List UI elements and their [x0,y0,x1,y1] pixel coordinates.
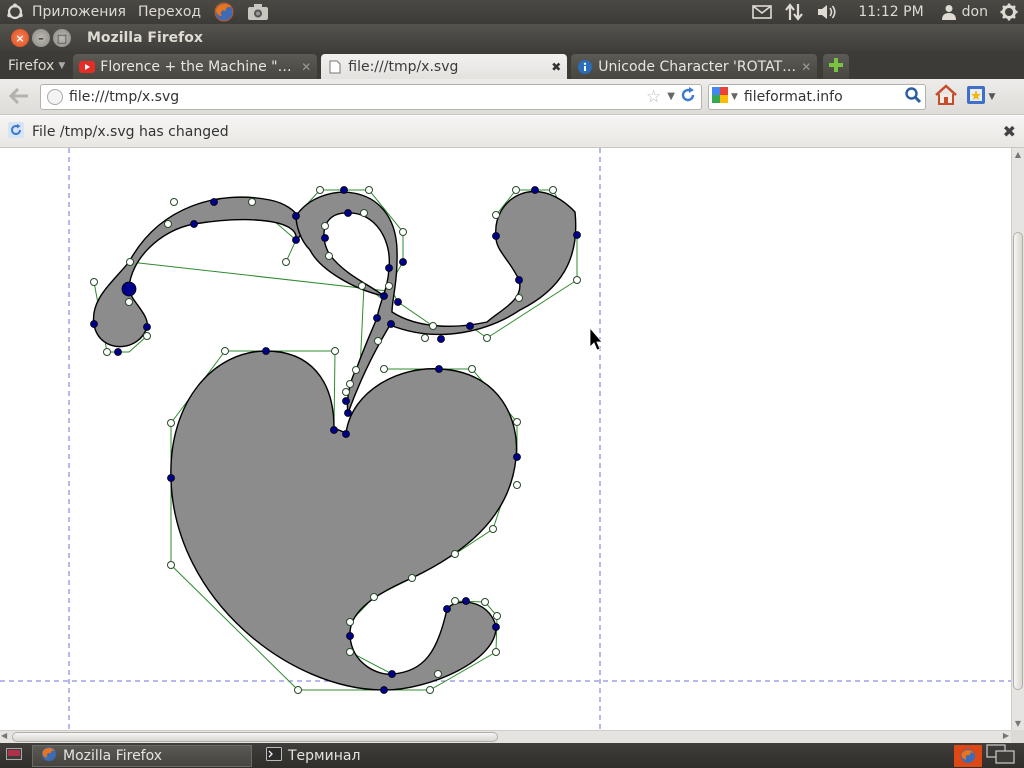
taskbar-item-firefox[interactable]: Mozilla Firefox [32,744,252,767]
tab-unicode[interactable]: Unicode Character 'ROTATE... ✕ [571,54,818,79]
scroll-up-icon[interactable]: ▲ [1012,148,1024,161]
applications-menu[interactable]: Приложения [32,4,126,20]
places-menu[interactable]: Переход [132,0,207,24]
session-gear-icon[interactable] [994,0,1024,24]
workspace-switcher-icon[interactable] [986,743,1016,768]
svg-drawing [0,148,1011,730]
tab-florence[interactable]: Florence + the Machine "Sh... ✕ [73,54,318,79]
bottom-taskbar: Mozilla Firefox Терминал [0,743,1024,768]
user-name: don [961,4,988,20]
desktop-icon [6,747,22,764]
firefox-launcher-icon[interactable] [207,0,241,24]
firefox-menu-button[interactable]: Firefox ▼ [0,52,73,79]
bookmarks-icon [965,84,987,110]
new-tab-button[interactable] [823,54,850,79]
taskbar-item-terminal[interactable]: Терминал [258,745,368,767]
home-button[interactable] [932,83,960,111]
taskbar-label: Терминал [288,747,361,764]
firefox-menu-label: Firefox [8,57,55,74]
ubuntu-menu-button[interactable]: Приложения [0,0,132,24]
user-menu[interactable]: don [936,0,994,24]
workspace-tray [954,743,1024,768]
screenshot-launcher-icon[interactable] [241,0,275,24]
tab-close-icon[interactable]: ✖ [551,60,561,74]
chevron-down-icon: ▼ [988,91,996,102]
chevron-down-icon: ▼ [58,60,66,71]
info-icon [577,59,593,74]
horizontal-scrollbar[interactable]: ◀ ▶ [0,730,1011,743]
home-icon [934,83,958,110]
plus-icon [828,57,844,77]
site-identity-icon[interactable] [47,88,63,105]
notification-bar: File /tmp/x.svg has changed ✖ [0,116,1024,148]
firefox-tray-icon[interactable] [954,744,982,767]
scroll-left-icon[interactable]: ◀ [1,731,7,740]
url-bar[interactable]: ☆ ▼ [40,83,702,110]
scroll-down-icon[interactable]: ▼ [1012,717,1024,730]
window-close-button[interactable]: × [11,29,29,47]
window-maximize-button[interactable]: □ [53,29,71,47]
notification-text: File /tmp/x.svg has changed [32,123,229,140]
google-icon [712,86,728,107]
search-input[interactable] [743,88,904,105]
tab-label: Florence + the Machine "Sh... [100,58,298,75]
blank-page-icon [327,60,343,74]
search-icon[interactable] [904,86,922,108]
navigation-toolbar: ☆ ▼ ▼ ▼ [0,79,1024,115]
window-title: Mozilla Firefox [87,30,203,46]
clock[interactable]: 11:12 PM [852,0,929,24]
horizontal-scroll-thumb[interactable] [12,732,498,742]
arrow-left-icon [8,85,29,109]
history-dropdown-icon[interactable]: ▼ [667,91,675,102]
tab-label: Unicode Character 'ROTATE... [598,58,798,75]
search-engine-selector[interactable]: ▼ [712,86,738,107]
tab-svg-file[interactable]: file:///tmp/x.svg ✖ [321,54,568,79]
chevron-down-icon: ▼ [731,91,738,102]
ubuntu-logo-icon [6,3,24,21]
firefox-icon [41,746,57,766]
tab-strip: Firefox ▼ Florence + the Machine "Sh... … [0,52,1024,79]
bookmarks-menu-button[interactable]: ▼ [965,83,996,111]
tab-close-icon[interactable]: ✕ [801,60,811,74]
mail-icon[interactable] [746,0,778,24]
vertical-scrollbar[interactable]: ▲ ▼ [1011,148,1024,730]
reload-icon[interactable] [679,86,697,108]
url-input[interactable] [69,88,645,105]
tab-close-icon[interactable]: ✕ [301,60,311,74]
back-button[interactable] [4,82,34,112]
scrollbar-corner [1011,730,1024,743]
top-panel: Приложения Переход 11:12 PM don [0,0,1024,24]
vertical-scroll-thumb[interactable] [1013,232,1023,690]
tab-label: file:///tmp/x.svg [348,58,459,75]
volume-icon[interactable] [810,0,844,24]
taskbar-label: Mozilla Firefox [63,747,163,764]
user-icon [941,4,956,20]
search-bar[interactable]: ▼ [708,83,926,110]
bookmark-star-icon[interactable]: ☆ [646,87,661,107]
notification-close-icon[interactable]: ✖ [1003,122,1016,141]
window-minimize-button[interactable]: – [32,29,50,47]
show-desktop-button[interactable] [0,745,28,767]
youtube-icon [79,60,96,74]
scroll-right-icon[interactable]: ▶ [1003,731,1009,740]
window-titlebar[interactable]: × – □ Mozilla Firefox [0,24,1024,52]
page-content[interactable] [0,148,1011,730]
refresh-icon [8,121,24,142]
network-icon[interactable] [778,0,810,24]
terminal-icon [266,746,282,765]
